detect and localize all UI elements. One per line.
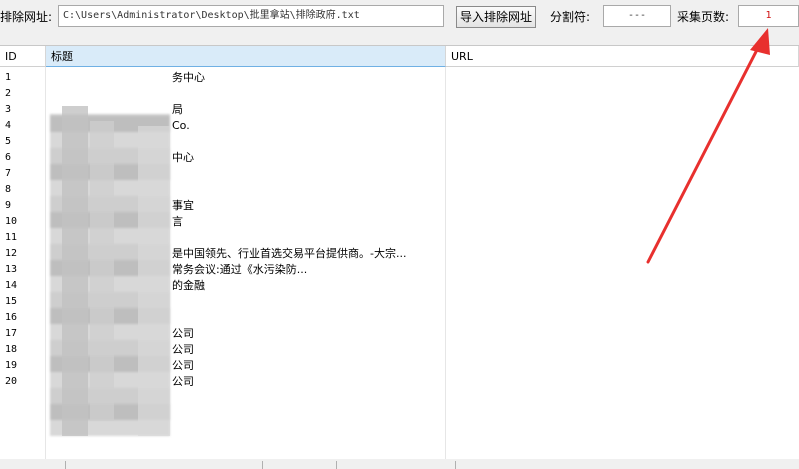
row-id: 20 xyxy=(5,376,18,387)
row-title: 言 xyxy=(172,215,183,228)
row-id: 7 xyxy=(5,168,12,179)
row-title: 公司 xyxy=(172,359,194,372)
column-header-title[interactable]: 标题 xyxy=(46,46,446,67)
exclude-path-input[interactable]: C:\Users\Administrator\Desktop\批里拿站\排除政府… xyxy=(58,5,444,27)
row-title: 务中心 xyxy=(172,71,205,84)
row-id: 11 xyxy=(5,232,18,243)
status-divider xyxy=(336,461,337,469)
pixelated-redaction xyxy=(138,126,170,436)
row-title: 是中国领先、行业首选交易平台提供商。-大宗... xyxy=(172,247,407,260)
row-id: 12 xyxy=(5,248,18,259)
row-title: 常务会议:通过《水污染防... xyxy=(172,263,308,276)
row-id: 6 xyxy=(5,152,12,163)
row-title: Co. xyxy=(172,119,190,132)
row-title: 公司 xyxy=(172,375,194,388)
row-title: 公司 xyxy=(172,343,194,356)
table-row[interactable]: 2 xyxy=(0,86,799,102)
column-header-url[interactable]: URL xyxy=(446,46,799,67)
row-title: 公司 xyxy=(172,327,194,340)
pixelated-redaction xyxy=(90,121,114,421)
row-id: 9 xyxy=(5,200,12,211)
exclude-url-label: 排除网址: xyxy=(0,10,53,24)
row-id: 5 xyxy=(5,136,12,147)
status-divider xyxy=(262,461,263,469)
row-id: 2 xyxy=(5,88,12,99)
row-id: 1 xyxy=(5,72,12,83)
toolbar: 排除网址: C:\Users\Administrator\Desktop\批里拿… xyxy=(0,0,799,42)
row-title: 局 xyxy=(172,103,183,116)
pixelated-redaction xyxy=(62,106,88,436)
row-id: 17 xyxy=(5,328,18,339)
row-title: 的金融 xyxy=(172,279,205,292)
table-row[interactable]: 1 务中心 xyxy=(0,70,799,86)
row-id: 19 xyxy=(5,360,18,371)
row-id: 3 xyxy=(5,104,12,115)
status-divider xyxy=(65,461,66,469)
column-header-id[interactable]: ID xyxy=(0,46,46,67)
pages-label: 采集页数: xyxy=(677,10,730,24)
row-title: 事宜 xyxy=(172,199,194,212)
row-id: 14 xyxy=(5,280,18,291)
row-id: 13 xyxy=(5,264,18,275)
status-divider xyxy=(455,461,456,469)
row-id: 16 xyxy=(5,312,18,323)
status-bar xyxy=(0,459,799,469)
row-id: 18 xyxy=(5,344,18,355)
import-exclude-button[interactable]: 导入排除网址 xyxy=(456,6,536,28)
separator-input[interactable]: --- xyxy=(603,5,671,27)
row-id: 10 xyxy=(5,216,18,227)
row-id: 4 xyxy=(5,120,12,131)
row-title: 中心 xyxy=(172,151,194,164)
row-id: 15 xyxy=(5,296,18,307)
separator-label: 分割符: xyxy=(550,10,591,24)
results-table[interactable]: ID 标题 URL 1 务中心 2 3 局 4 Co. 5 6 中心 7 8 9 事宜 10 言 11 12 是中国… xyxy=(0,45,799,460)
row-id: 8 xyxy=(5,184,12,195)
pages-input[interactable]: 1 xyxy=(738,5,799,27)
